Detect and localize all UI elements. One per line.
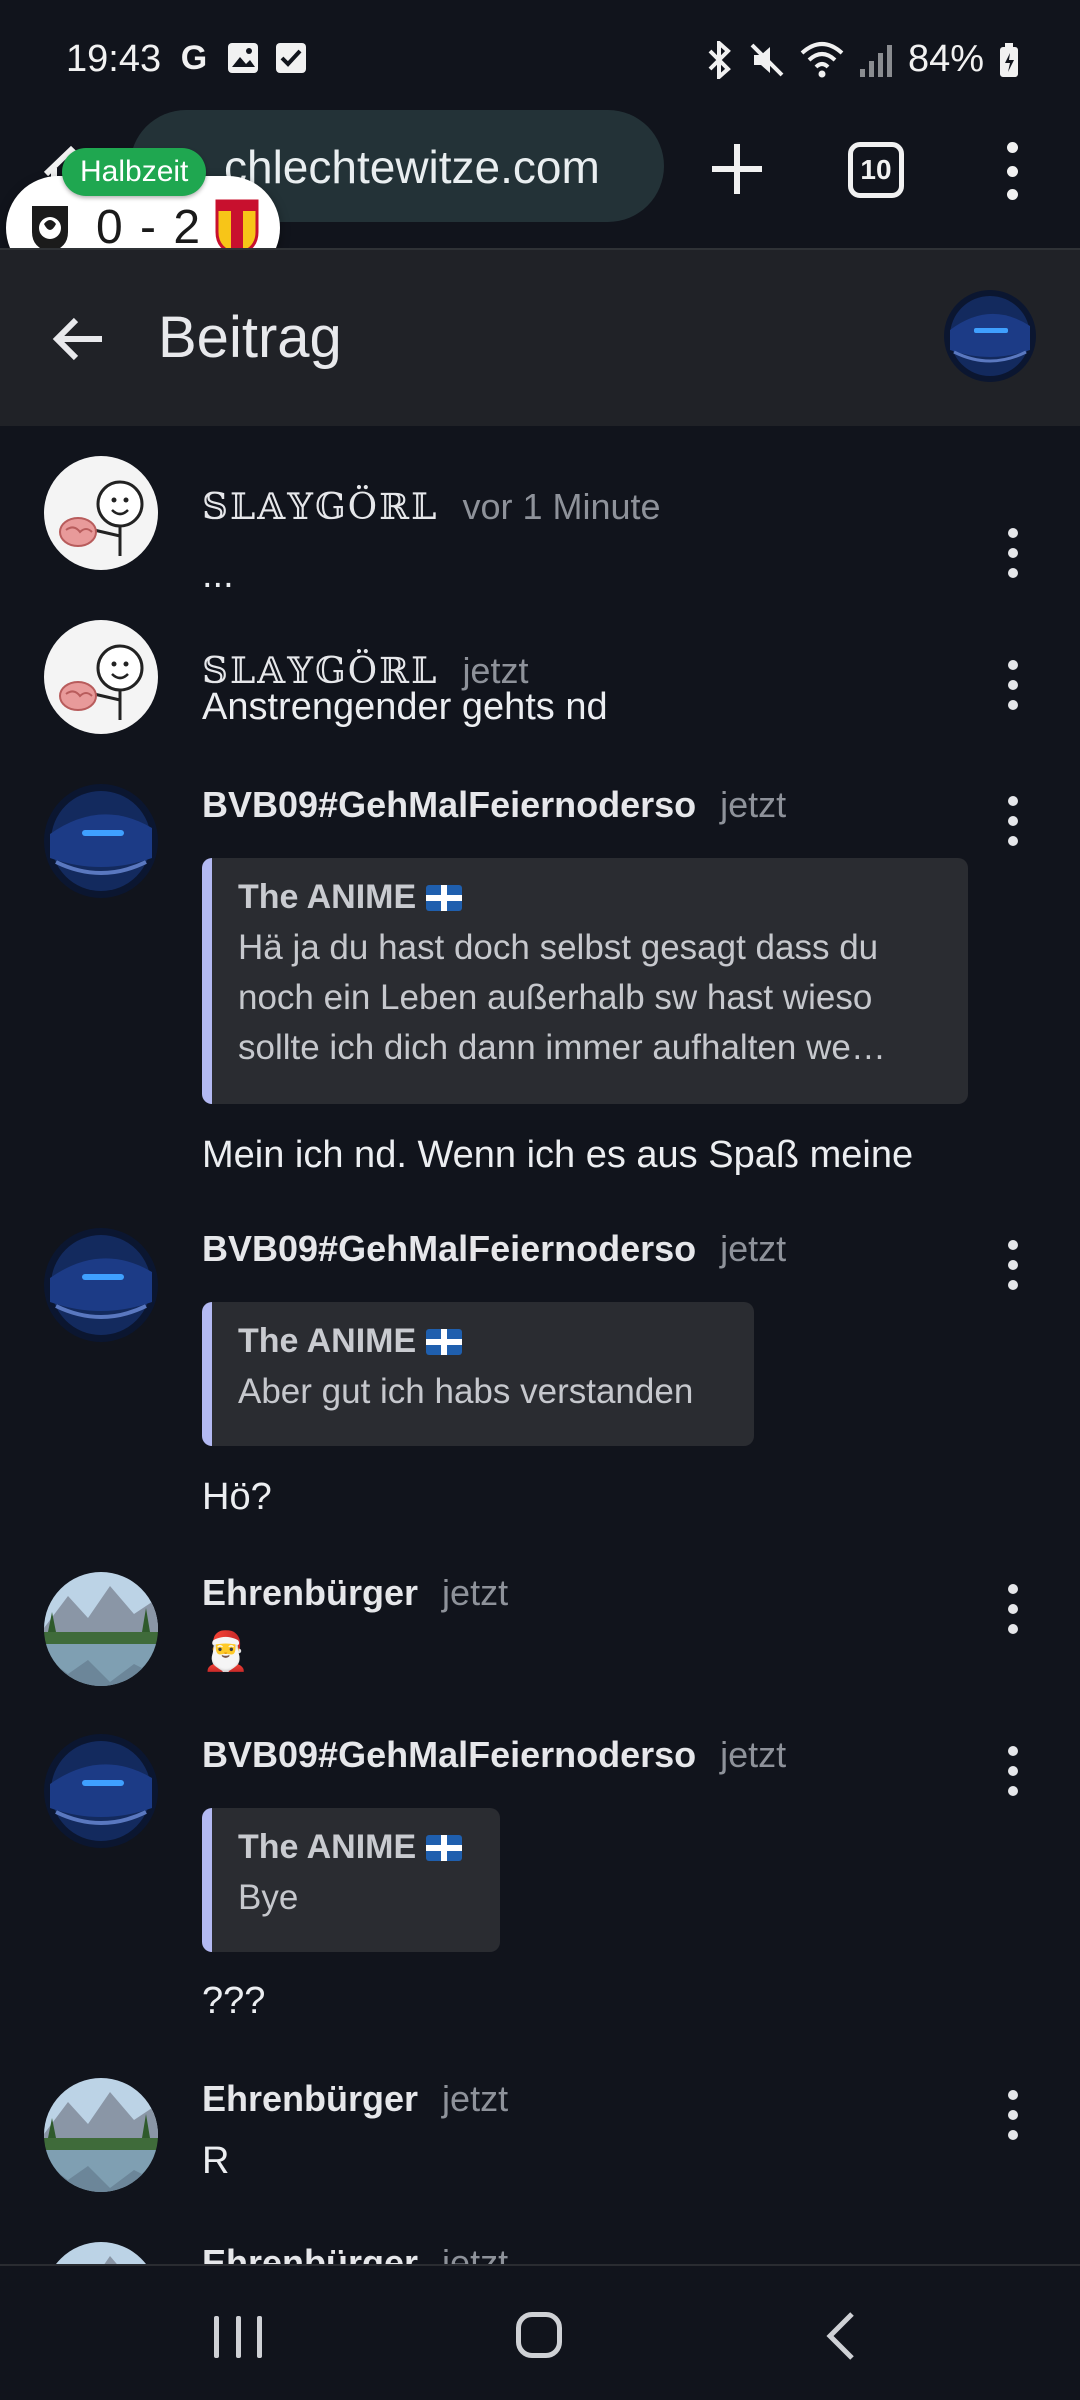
quoted-message[interactable]: The ANIME Aber gut ich habs verstanden bbox=[202, 1302, 754, 1446]
quote-text: Bye bbox=[238, 1878, 299, 1917]
car-avatar[interactable] bbox=[44, 1228, 158, 1342]
notification-icons: G bbox=[176, 38, 308, 77]
message-text: R bbox=[202, 2140, 230, 2182]
home-team-crest-icon bbox=[32, 206, 68, 252]
bluetooth-icon bbox=[708, 40, 731, 79]
mute-icon bbox=[750, 43, 784, 76]
message-author[interactable]: BVB09#GehMalFeiernoderso bbox=[202, 784, 696, 826]
quoted-message[interactable]: The ANIME Bye bbox=[202, 1808, 500, 1952]
message-item: 𝕊𝕃𝔸𝕐𝔾Öℝ𝕃 vor 1 Minute ... bbox=[0, 456, 1080, 606]
quote-text: Hä ja du hast doch selbst gesagt dass du… bbox=[238, 928, 886, 1067]
quoted-message[interactable]: The ANIME Hä ja du hast doch selbst gesa… bbox=[202, 858, 968, 1104]
status-time: 19:43 bbox=[66, 38, 162, 80]
message-time: vor 1 Minute bbox=[462, 486, 661, 527]
recents-button[interactable] bbox=[214, 2316, 262, 2358]
landscape-avatar[interactable] bbox=[44, 1572, 158, 1686]
message-time: jetzt bbox=[720, 784, 787, 825]
message-time: jetzt bbox=[720, 1228, 787, 1269]
message-text: ??? bbox=[202, 1980, 266, 2022]
message-item: Ehrenbürger jetzt bbox=[0, 2242, 1080, 2264]
system-icons: 84% bbox=[706, 38, 1020, 81]
message-meta: BVB09#GehMalFeiernoderso jetzt bbox=[202, 1734, 786, 1776]
flag-icon bbox=[426, 1328, 463, 1355]
flag-icon bbox=[426, 1834, 463, 1861]
message-time: jetzt bbox=[442, 2242, 509, 2264]
message-options-button[interactable] bbox=[1000, 1240, 1026, 1290]
car-avatar[interactable] bbox=[44, 1734, 158, 1848]
quote-author: The ANIME bbox=[238, 1322, 730, 1361]
message-text: Anstrengender gehts nd bbox=[202, 686, 608, 728]
battery-percent: 84% bbox=[907, 38, 984, 80]
meme-avatar[interactable] bbox=[44, 456, 158, 570]
page-title: Beitrag bbox=[158, 305, 342, 370]
message-time: jetzt bbox=[442, 1572, 509, 1613]
gallery-icon bbox=[228, 43, 258, 73]
home-button[interactable] bbox=[516, 2312, 562, 2358]
back-button[interactable] bbox=[822, 2310, 862, 2362]
message-options-button[interactable] bbox=[1000, 1746, 1026, 1796]
message-time: jetzt bbox=[442, 2078, 509, 2119]
user-avatar[interactable] bbox=[944, 290, 1036, 382]
signal-icon bbox=[859, 44, 892, 77]
wifi-icon bbox=[800, 41, 844, 77]
flag-icon bbox=[426, 884, 463, 911]
battery-icon bbox=[1000, 42, 1018, 77]
menu-dot bbox=[1006, 142, 1018, 153]
menu-dot bbox=[1006, 165, 1018, 177]
message-author[interactable]: 𝕊𝕃𝔸𝕐𝔾Öℝ𝕃 bbox=[202, 487, 438, 528]
message-author[interactable]: Ehrenbürger bbox=[202, 2078, 418, 2120]
system-navigation-bar bbox=[0, 2264, 1080, 2400]
checkbox-icon bbox=[276, 43, 306, 73]
score-result: 0 - 2 bbox=[96, 201, 203, 254]
page-header: Beitrag bbox=[0, 248, 1080, 426]
message-options-button[interactable] bbox=[1000, 796, 1026, 846]
status-bar: 19:43 G 84% bbox=[0, 0, 1080, 110]
landscape-avatar[interactable] bbox=[44, 2078, 158, 2192]
message-author[interactable]: Ehrenbürger bbox=[202, 2242, 418, 2264]
message-item: 𝕊𝕃𝔸𝕐𝔾Öℝ𝕃 jetzt Anstrengender gehts nd bbox=[0, 620, 1080, 770]
message-feed[interactable]: 𝕊𝕃𝔸𝕐𝔾Öℝ𝕃 vor 1 Minute ... 𝕊𝕃𝔸𝕐𝔾Öℝ𝕃 jetzt… bbox=[0, 426, 1080, 2264]
message-text: Mein ich nd. Wenn ich es aus Spaß meine bbox=[202, 1134, 914, 1176]
message-item: BVB09#GehMalFeiernoderso jetzt The ANIME… bbox=[0, 1228, 1080, 1558]
message-meta: 𝕊𝕃𝔸𝕐𝔾Öℝ𝕃 vor 1 Minute bbox=[202, 486, 661, 528]
message-item: BVB09#GehMalFeiernoderso jetzt The ANIME… bbox=[0, 784, 1080, 1204]
message-author[interactable]: BVB09#GehMalFeiernoderso bbox=[202, 1734, 696, 1776]
message-author[interactable]: Ehrenbürger bbox=[202, 1572, 418, 1614]
message-text: Hö? bbox=[202, 1476, 272, 1518]
message-meta: BVB09#GehMalFeiernoderso jetzt bbox=[202, 1228, 786, 1270]
match-status-badge: Halbzeit bbox=[62, 148, 207, 196]
message-item: Ehrenbürger jetzt 🎅 bbox=[0, 1572, 1080, 1722]
message-meta: BVB09#GehMalFeiernoderso jetzt bbox=[202, 784, 786, 826]
message-time: jetzt bbox=[720, 1734, 787, 1775]
message-item: Ehrenbürger jetzt R bbox=[0, 2078, 1080, 2228]
message-meta: Ehrenbürger jetzt bbox=[202, 2242, 508, 2264]
url-text[interactable]: chlechtewitze.com bbox=[224, 140, 600, 194]
tab-switcher-button[interactable]: 10 bbox=[848, 142, 904, 198]
message-meta: Ehrenbürger jetzt bbox=[202, 2078, 508, 2120]
quote-text: Aber gut ich habs verstanden bbox=[238, 1372, 694, 1411]
landscape-avatar[interactable] bbox=[44, 2242, 158, 2264]
message-text: 🎅 bbox=[202, 1631, 250, 1673]
car-avatar[interactable] bbox=[44, 784, 158, 898]
message-options-button[interactable] bbox=[1000, 660, 1026, 710]
new-tab-button[interactable] bbox=[700, 132, 774, 206]
quote-author: The ANIME bbox=[238, 1828, 476, 1867]
message-author[interactable]: BVB09#GehMalFeiernoderso bbox=[202, 1228, 696, 1270]
message-options-button[interactable] bbox=[1000, 2090, 1026, 2140]
google-icon: G bbox=[180, 38, 208, 77]
quote-author: The ANIME bbox=[238, 878, 944, 917]
message-options-button[interactable] bbox=[1000, 1584, 1026, 1634]
browser-menu-button[interactable] bbox=[990, 136, 1034, 206]
message-text: ... bbox=[202, 554, 234, 596]
back-arrow-icon[interactable] bbox=[48, 308, 110, 370]
menu-dot bbox=[1006, 189, 1018, 200]
message-item: BVB09#GehMalFeiernoderso jetzt The ANIME… bbox=[0, 1734, 1080, 2064]
message-meta: Ehrenbürger jetzt bbox=[202, 1572, 508, 1614]
meme-avatar[interactable] bbox=[44, 620, 158, 734]
message-options-button[interactable] bbox=[1000, 528, 1026, 578]
